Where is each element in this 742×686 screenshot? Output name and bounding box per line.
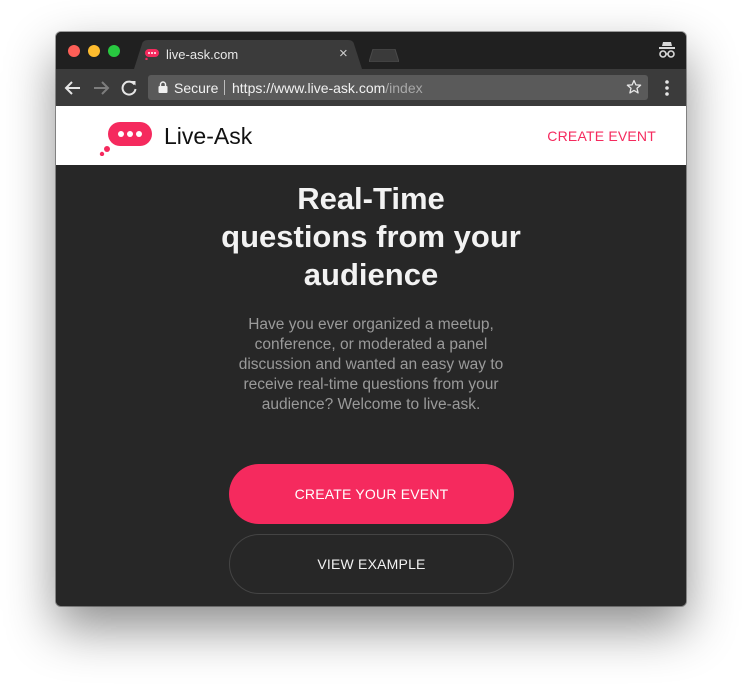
- create-event-link[interactable]: CREATE EVENT: [547, 128, 656, 144]
- url-text: https://www.live-ask.com/index: [232, 80, 423, 96]
- address-bar[interactable]: Secure https://www.live-ask.com/index: [148, 75, 648, 100]
- hero-description: Have you ever organized a meetup, confer…: [238, 316, 504, 413]
- hero-title: Real-Time questions from your audience: [221, 181, 521, 292]
- tab-strip: live-ask.com ×: [56, 32, 686, 69]
- close-window-button[interactable]: [68, 45, 80, 57]
- browser-toolbar: Secure https://www.live-ask.com/index: [56, 69, 686, 106]
- maximize-window-button[interactable]: [108, 45, 120, 57]
- minimize-window-button[interactable]: [88, 45, 100, 57]
- omnibox-divider: [224, 80, 225, 95]
- view-example-button[interactable]: VIEW EXAMPLE: [229, 534, 514, 594]
- brand-name[interactable]: Live-Ask: [164, 123, 252, 150]
- new-tab-button[interactable]: [369, 49, 399, 62]
- star-icon[interactable]: [626, 79, 642, 95]
- chat-bubble-logo-icon[interactable]: [98, 120, 152, 156]
- live-ask-favicon-icon: [145, 49, 159, 60]
- incognito-icon: [659, 42, 675, 58]
- secure-label: Secure: [174, 80, 219, 96]
- tab-title: live-ask.com: [166, 47, 239, 62]
- create-your-event-button[interactable]: CREATE YOUR EVENT: [229, 464, 514, 524]
- lock-icon: [158, 81, 168, 93]
- tab-close-icon[interactable]: ×: [339, 46, 348, 62]
- forward-arrow-icon[interactable]: [92, 79, 110, 97]
- back-arrow-icon[interactable]: [64, 79, 82, 97]
- reload-icon[interactable]: [120, 79, 138, 97]
- url-path: /index: [385, 80, 423, 96]
- site-header: Live-Ask CREATE EVENT: [56, 106, 686, 165]
- browser-tab[interactable]: live-ask.com ×: [134, 40, 362, 69]
- url-host: https://www.live-ask.com: [232, 80, 386, 96]
- more-menu-icon[interactable]: [664, 79, 670, 97]
- browser-window: live-ask.com × Secure https://www.live-a…: [56, 32, 686, 606]
- web-page: Live-Ask CREATE EVENT Real-Time question…: [56, 106, 686, 606]
